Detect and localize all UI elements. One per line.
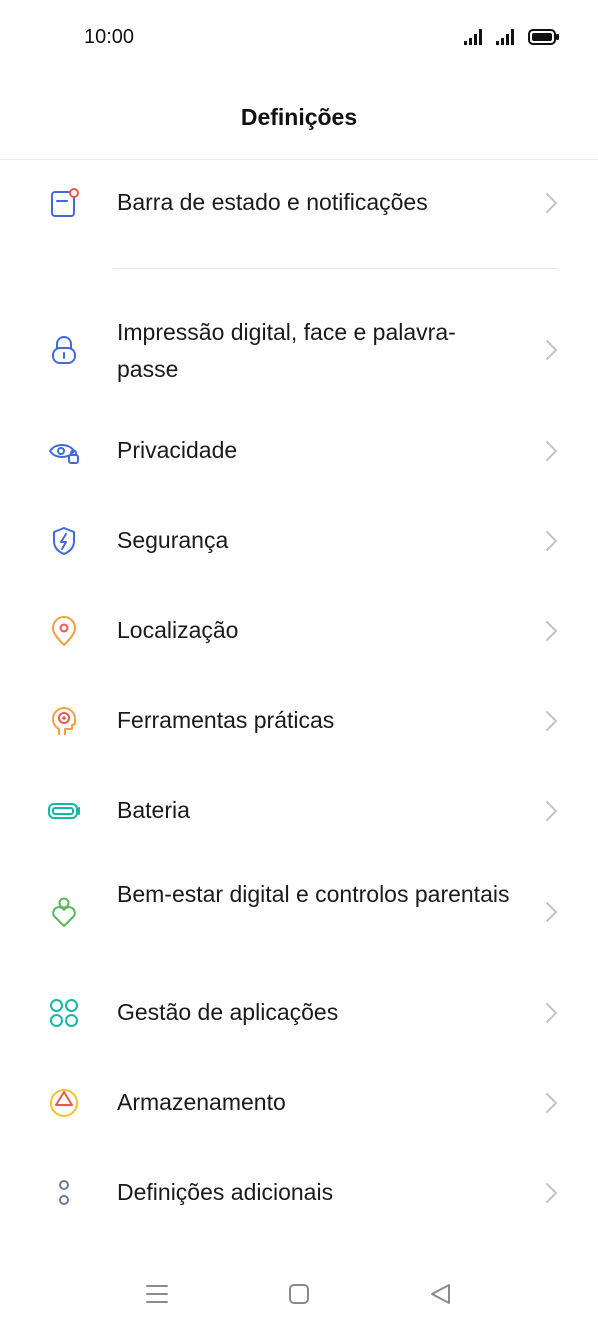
settings-item-label: Impressão digital, face e palavra-passe [117, 319, 456, 382]
chevron-right-icon [546, 801, 557, 821]
settings-item-tools[interactable]: Ferramentas práticas [0, 676, 598, 766]
settings-item-location[interactable]: Localização [0, 586, 598, 676]
back-icon[interactable] [428, 1281, 454, 1307]
chevron-right-icon [546, 441, 557, 461]
settings-item-label: Segurança [117, 527, 229, 553]
chevron-right-icon [546, 1093, 557, 1113]
tools-head-icon [47, 704, 81, 738]
settings-item-app-management[interactable]: Gestão de aplicações [0, 968, 598, 1058]
signal-icon [464, 29, 482, 45]
notification-bar-icon [47, 186, 81, 220]
settings-item-privacy[interactable]: Privacidade [0, 406, 598, 496]
security-shield-icon [47, 524, 81, 558]
privacy-eye-icon [47, 434, 81, 468]
settings-item-digital-wellbeing[interactable]: Bem-estar digital e controlos parentais [0, 858, 598, 966]
settings-item-label: Privacidade [117, 437, 238, 463]
settings-item-label: Definições adicionais [117, 1179, 334, 1205]
chevron-right-icon [546, 193, 557, 213]
menu-icon[interactable] [144, 1281, 170, 1307]
header: Definições [0, 78, 598, 160]
settings-item-battery[interactable]: Bateria [0, 766, 598, 856]
chevron-right-icon [546, 621, 557, 641]
settings-item-security[interactable]: Segurança [0, 496, 598, 586]
settings-item-label: Armazenamento [117, 1089, 286, 1115]
settings-item-label: Gestão de aplicações [117, 999, 339, 1025]
settings-item-storage[interactable]: Armazenamento [0, 1058, 598, 1148]
settings-item-additional[interactable]: Definições adicionais [0, 1148, 598, 1238]
divider [113, 268, 558, 269]
settings-item-fingerprint[interactable]: Impressão digital, face e palavra-passe [0, 296, 598, 404]
home-icon[interactable] [286, 1281, 312, 1307]
navigation-bar [0, 1265, 598, 1321]
chevron-right-icon [546, 711, 557, 731]
status-time: 10:00 [84, 26, 135, 48]
settings-item-label: Bem-estar digital e controlos parentais [117, 881, 510, 907]
settings-item-label: Barra de estado e notificações [117, 189, 428, 215]
chevron-right-icon [546, 902, 557, 922]
chevron-right-icon [546, 340, 557, 360]
status-icons [464, 26, 560, 48]
battery-icon [528, 29, 559, 45]
settings-item-label: Ferramentas práticas [117, 707, 335, 733]
settings-item-status-bar[interactable]: Barra de estado e notificações [0, 160, 598, 246]
location-pin-icon [47, 614, 81, 648]
chevron-right-icon [546, 1003, 557, 1023]
settings-item-label: Bateria [117, 797, 190, 823]
page-title: Definições [240, 104, 358, 130]
digital-wellbeing-icon [47, 895, 81, 929]
additional-settings-icon [47, 1176, 81, 1210]
lock-icon [47, 333, 81, 367]
status-bar: 10:00 [0, 0, 598, 78]
settings-item-label: Localização [117, 617, 239, 643]
chevron-right-icon [546, 531, 557, 551]
signal-icon [496, 29, 514, 45]
app-management-icon [47, 996, 81, 1030]
battery-icon [47, 794, 81, 828]
storage-icon [47, 1086, 81, 1120]
chevron-right-icon [546, 1183, 557, 1203]
